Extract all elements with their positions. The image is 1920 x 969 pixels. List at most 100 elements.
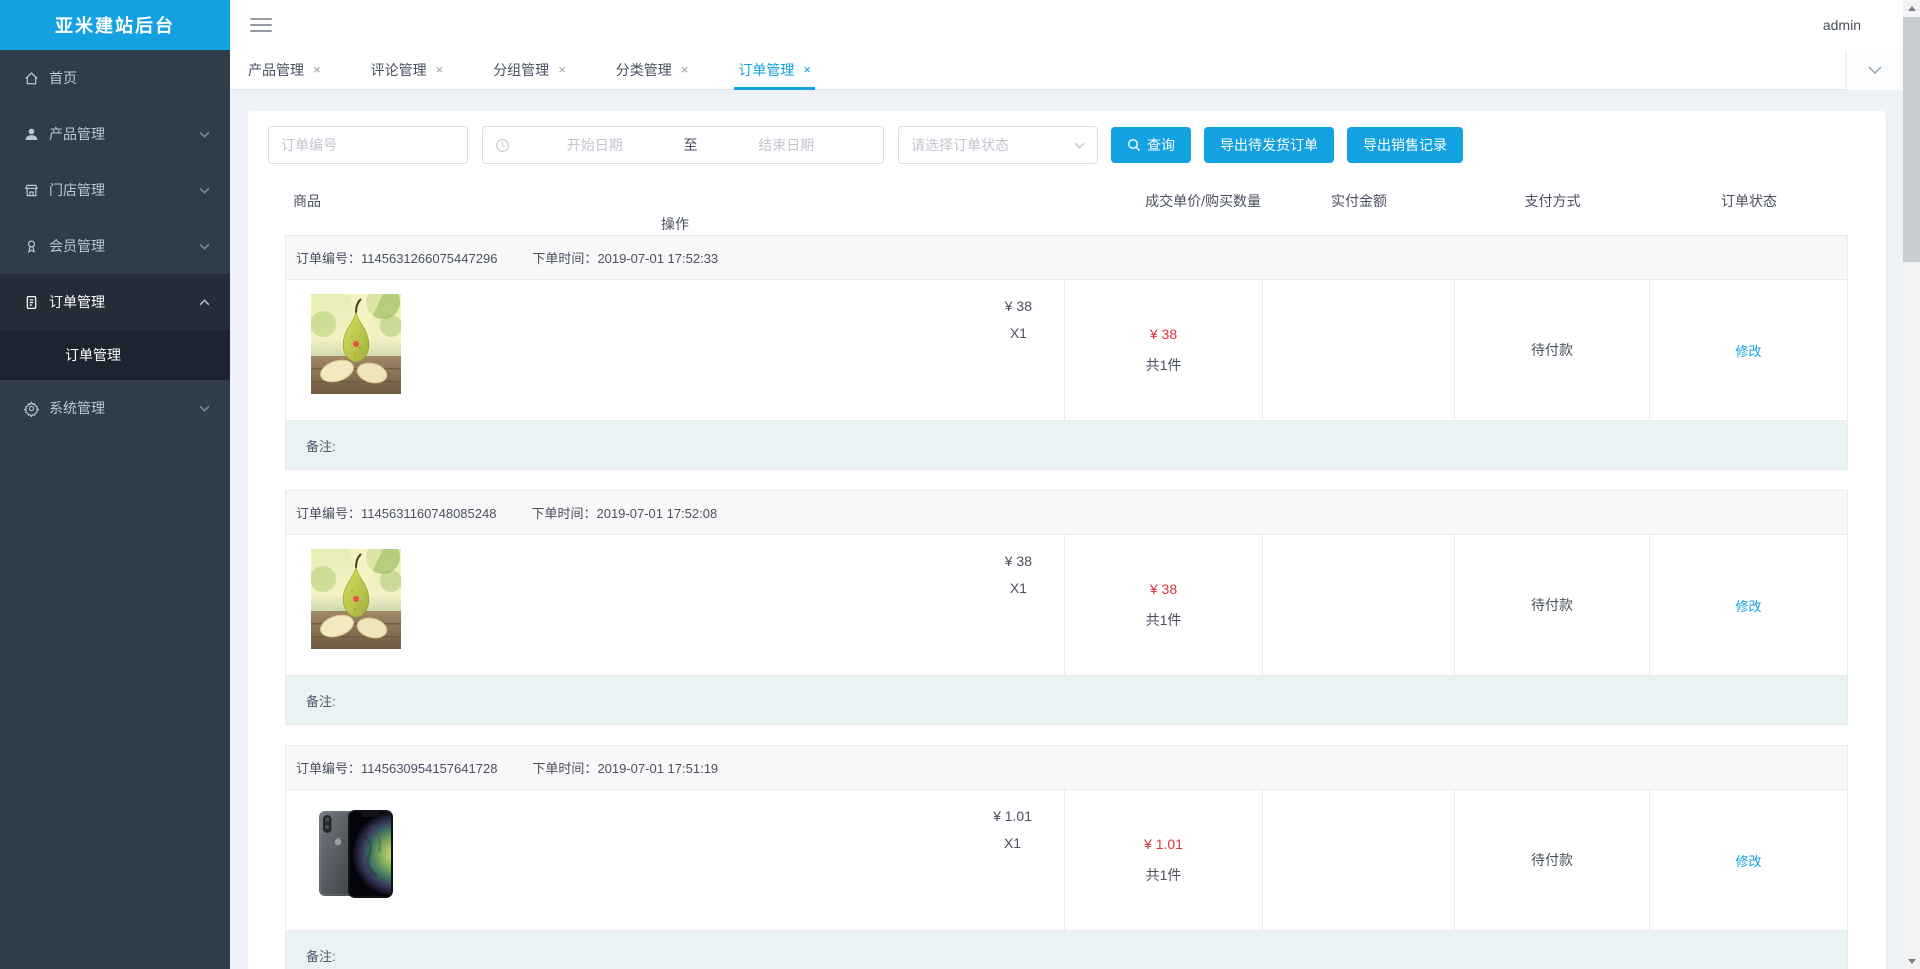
sidebar-item-label: 首页 bbox=[49, 70, 77, 86]
order-block: 订单编号：1145631160748085248 下单时间：2019-07-01… bbox=[285, 490, 1848, 725]
order-status-cell: 待付款 bbox=[1455, 790, 1650, 930]
modify-link[interactable]: 修改 bbox=[1735, 596, 1761, 615]
iphone-product-image bbox=[311, 804, 401, 904]
product-cell: ¥ 1.01 X1 bbox=[286, 790, 1065, 930]
tab-close-icon[interactable]: × bbox=[681, 63, 689, 76]
sidebar-item-system[interactable]: 系统管理 bbox=[0, 380, 230, 436]
order-remark-row: 备注: bbox=[286, 931, 1847, 969]
sidebar-item-orders[interactable]: 订单管理 bbox=[0, 274, 230, 330]
scrollbar-thumb[interactable] bbox=[1903, 17, 1920, 262]
tab-item[interactable]: 评论管理 × bbox=[371, 50, 444, 90]
quantity: X1 bbox=[1009, 325, 1027, 341]
chevron-down-icon bbox=[199, 405, 210, 412]
column-header-actions: 操作 bbox=[661, 215, 689, 232]
export-pending-orders-button[interactable]: 导出待发货订单 bbox=[1204, 127, 1334, 163]
tab-label: 分类管理 bbox=[615, 61, 672, 78]
paid-amount-cell: ¥ 1.01 共1件 bbox=[1065, 790, 1263, 930]
chevron-down-icon bbox=[199, 187, 210, 194]
action-cell: 修改 bbox=[1650, 280, 1847, 420]
product-image bbox=[311, 804, 401, 904]
order-no-input[interactable] bbox=[268, 126, 468, 164]
tab-label: 分组管理 bbox=[493, 61, 550, 78]
current-user[interactable]: admin bbox=[1823, 17, 1861, 33]
chevron-up-icon bbox=[199, 298, 210, 305]
sidebar-item-stores[interactable]: 门店管理 bbox=[0, 162, 230, 218]
column-header-product: 商品 bbox=[293, 192, 321, 209]
page-scrollbar[interactable] bbox=[1903, 0, 1920, 969]
unit-price-quantity: ¥ 1.01 X1 bbox=[993, 804, 1032, 930]
scrollbar-up-arrow[interactable] bbox=[1903, 0, 1920, 16]
store-icon bbox=[22, 181, 40, 199]
paid-amount: ¥ 1.01 bbox=[1144, 835, 1183, 852]
chevron-down-icon bbox=[199, 131, 210, 138]
gear-icon bbox=[22, 399, 40, 417]
tab-item[interactable]: 产品管理 × bbox=[248, 50, 321, 90]
piece-count: 共1件 bbox=[1145, 611, 1182, 628]
pear-product-image bbox=[311, 294, 401, 394]
clock-icon bbox=[496, 138, 509, 152]
scrollbar-down-arrow[interactable] bbox=[1903, 953, 1920, 969]
unit-price: ¥ 1.01 bbox=[993, 808, 1032, 824]
quantity: X1 bbox=[1009, 580, 1027, 596]
pear-product-image bbox=[311, 549, 401, 649]
sidebar-item-members[interactable]: 会员管理 bbox=[0, 218, 230, 274]
order-status-select[interactable]: 请选择订单状态 bbox=[898, 126, 1098, 164]
order-status-cell: 待付款 bbox=[1455, 280, 1650, 420]
hamburger-icon[interactable] bbox=[250, 16, 272, 34]
tabs-bar: 产品管理 × 评论管理 × 分组管理 × 分类管理 × 订单管理 × bbox=[230, 50, 1903, 90]
sidebar: 亚米建站后台 首页 产品管理 门店管理 会员管理 订单管理 订单管理 系统管理 bbox=[0, 0, 230, 969]
filter-bar: 开始日期 至 结束日期 请选择订单状态 查询 导出待发货订单 导出销售记录 bbox=[248, 111, 1886, 164]
order-remark-row: 备注: bbox=[286, 676, 1847, 724]
order-time: 下单时间：2019-07-01 17:52:08 bbox=[531, 506, 718, 521]
remark-label: 备注: bbox=[306, 438, 336, 454]
status-badge: 待付款 bbox=[1531, 852, 1573, 868]
product-image bbox=[311, 294, 401, 394]
sidebar-item-products[interactable]: 产品管理 bbox=[0, 106, 230, 162]
column-header-order-status: 订单状态 bbox=[1721, 192, 1777, 209]
chevron-down-icon bbox=[1867, 66, 1882, 74]
order-group-header: 订单编号：1145630954157641728 下单时间：2019-07-01… bbox=[286, 746, 1847, 790]
paid-amount: ¥ 38 bbox=[1149, 325, 1178, 342]
payment-method-cell bbox=[1263, 790, 1455, 930]
tab-item[interactable]: 分类管理 × bbox=[616, 50, 689, 90]
top-bar: admin bbox=[230, 0, 1903, 50]
date-range-picker[interactable]: 开始日期 至 结束日期 bbox=[482, 126, 884, 164]
modify-link[interactable]: 修改 bbox=[1735, 851, 1761, 870]
product-cell: ¥ 38 X1 bbox=[286, 280, 1065, 420]
sidebar-subitem-orders[interactable]: 订单管理 bbox=[0, 330, 230, 380]
tab-item[interactable]: 订单管理 × bbox=[734, 50, 815, 90]
orders-list: 订单编号：1145631266075447296 下单时间：2019-07-01… bbox=[285, 235, 1848, 969]
tab-close-icon[interactable]: × bbox=[436, 63, 444, 76]
sidebar-item-home[interactable]: 首页 bbox=[0, 50, 230, 106]
tab-close-icon[interactable]: × bbox=[313, 63, 321, 76]
remark-label: 备注: bbox=[306, 693, 336, 709]
order-number: 订单编号：1145631266075447296 bbox=[296, 251, 498, 266]
order-status-cell: 待付款 bbox=[1455, 535, 1650, 675]
search-button[interactable]: 查询 bbox=[1111, 127, 1191, 163]
remark-label: 备注: bbox=[306, 948, 336, 964]
tab-item[interactable]: 分组管理 × bbox=[493, 50, 566, 90]
user-icon bbox=[22, 125, 40, 143]
order-row: ¥ 38 X1 ¥ 38 共1件 待付款 修改 bbox=[286, 535, 1847, 676]
order-time: 下单时间：2019-07-01 17:51:19 bbox=[532, 761, 719, 776]
tabs-dropdown-button[interactable] bbox=[1845, 50, 1903, 90]
tab-close-icon[interactable]: × bbox=[803, 63, 811, 76]
sidebar-item-label: 门店管理 bbox=[49, 182, 105, 198]
order-remark-row: 备注: bbox=[286, 421, 1847, 469]
unit-price: ¥ 38 bbox=[1004, 553, 1032, 569]
sidebar-item-label: 订单管理 bbox=[49, 294, 105, 310]
modify-link[interactable]: 修改 bbox=[1735, 341, 1761, 360]
chevron-down-icon bbox=[1074, 142, 1085, 149]
product-cell: ¥ 38 X1 bbox=[286, 535, 1065, 675]
column-header-payment-method: 支付方式 bbox=[1524, 192, 1581, 209]
order-group-header: 订单编号：1145631160748085248 下单时间：2019-07-01… bbox=[286, 491, 1847, 535]
tab-close-icon[interactable]: × bbox=[558, 63, 566, 76]
unit-price-quantity: ¥ 38 X1 bbox=[1005, 549, 1032, 675]
paid-amount-cell: ¥ 38 共1件 bbox=[1065, 535, 1263, 675]
content-area: 开始日期 至 结束日期 请选择订单状态 查询 导出待发货订单 导出销售记录 bbox=[230, 90, 1903, 969]
order-group-header: 订单编号：1145631266075447296 下单时间：2019-07-01… bbox=[286, 236, 1847, 280]
piece-count: 共1件 bbox=[1145, 866, 1182, 883]
export-sales-records-button[interactable]: 导出销售记录 bbox=[1347, 127, 1463, 163]
sidebar-item-label: 产品管理 bbox=[49, 126, 105, 142]
column-header-unit-price-qty: 成交单价/购买数量 bbox=[1145, 192, 1261, 209]
